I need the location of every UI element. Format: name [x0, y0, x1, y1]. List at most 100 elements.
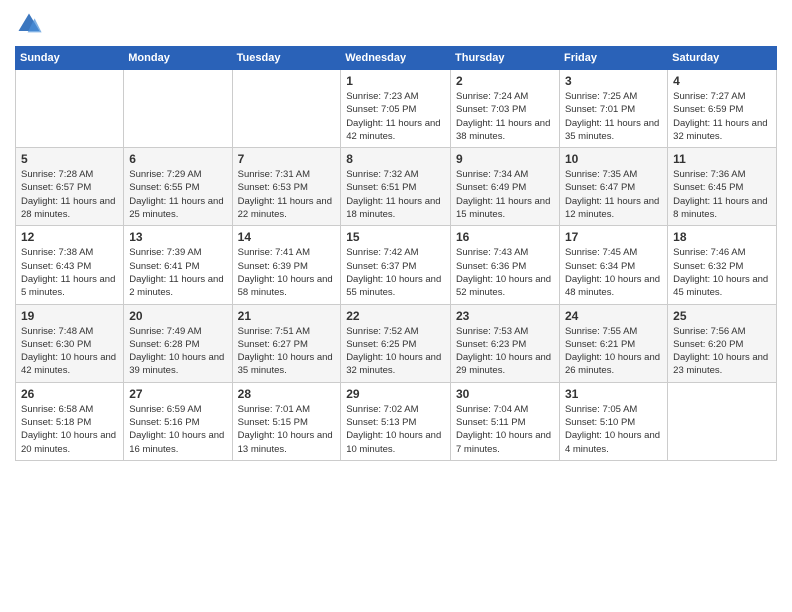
day-info: Sunrise: 7:24 AMSunset: 7:03 PMDaylight:…	[456, 90, 554, 143]
calendar-cell: 1 Sunrise: 7:23 AMSunset: 7:05 PMDaylight…	[341, 70, 451, 148]
calendar-cell: 28 Sunrise: 7:01 AMSunset: 5:15 PMDayligh…	[232, 382, 341, 460]
day-number: 22	[346, 309, 445, 323]
calendar-cell: 11 Sunrise: 7:36 AMSunset: 6:45 PMDayligh…	[668, 148, 777, 226]
day-number: 16	[456, 230, 554, 244]
day-info: Sunrise: 7:49 AMSunset: 6:28 PMDaylight:…	[129, 325, 226, 378]
day-info: Sunrise: 7:23 AMSunset: 7:05 PMDaylight:…	[346, 90, 445, 143]
calendar-cell: 9Sunrise: 7:34 AMSunset: 6:49 PMDaylight…	[451, 148, 560, 226]
day-info: Sunrise: 6:58 AMSunset: 5:18 PMDaylight:…	[21, 403, 118, 456]
day-info: Sunrise: 7:28 AMSunset: 6:57 PMDaylight:…	[21, 168, 118, 221]
calendar-cell: 27Sunrise: 6:59 AMSunset: 5:16 PMDayligh…	[124, 382, 232, 460]
header	[15, 10, 777, 38]
calendar-cell	[124, 70, 232, 148]
day-info: Sunrise: 7:32 AMSunset: 6:51 PMDaylight:…	[346, 168, 445, 221]
calendar-header-row: SundayMondayTuesdayWednesdayThursdayFrid…	[16, 47, 777, 70]
calendar-cell: 4 Sunrise: 7:27 AMSunset: 6:59 PMDaylight…	[668, 70, 777, 148]
day-info: Sunrise: 7:52 AMSunset: 6:25 PMDaylight:…	[346, 325, 445, 378]
calendar-cell: 31Sunrise: 7:05 AMSunset: 5:10 PMDayligh…	[559, 382, 667, 460]
calendar-cell: 12 Sunrise: 7:38 AMSunset: 6:43 PMDayligh…	[16, 226, 124, 304]
day-number: 28	[238, 387, 336, 401]
day-info: Sunrise: 7:55 AMSunset: 6:21 PMDaylight:…	[565, 325, 662, 378]
day-info: Sunrise: 7:04 AMSunset: 5:11 PMDaylight:…	[456, 403, 554, 456]
day-number: 11	[673, 152, 771, 166]
day-number: 5	[21, 152, 118, 166]
page: SundayMondayTuesdayWednesdayThursdayFrid…	[0, 0, 792, 612]
calendar-cell: 24 Sunrise: 7:55 AMSunset: 6:21 PMDayligh…	[559, 304, 667, 382]
day-info: Sunrise: 7:02 AMSunset: 5:13 PMDaylight:…	[346, 403, 445, 456]
calendar-week-row: 12 Sunrise: 7:38 AMSunset: 6:43 PMDayligh…	[16, 226, 777, 304]
day-number: 17	[565, 230, 662, 244]
calendar-cell: 10 Sunrise: 7:35 AMSunset: 6:47 PMDayligh…	[559, 148, 667, 226]
day-info: Sunrise: 7:45 AMSunset: 6:34 PMDaylight:…	[565, 246, 662, 299]
day-info: Sunrise: 7:43 AMSunset: 6:36 PMDaylight:…	[456, 246, 554, 299]
day-info: Sunrise: 7:36 AMSunset: 6:45 PMDaylight:…	[673, 168, 771, 221]
day-number: 27	[129, 387, 226, 401]
day-number: 26	[21, 387, 118, 401]
day-info: Sunrise: 7:25 AMSunset: 7:01 PMDaylight:…	[565, 90, 662, 143]
day-number: 6	[129, 152, 226, 166]
calendar-header-thursday: Thursday	[451, 47, 560, 70]
calendar-cell: 7Sunrise: 7:31 AMSunset: 6:53 PMDaylight…	[232, 148, 341, 226]
day-number: 24	[565, 309, 662, 323]
calendar-cell	[16, 70, 124, 148]
day-number: 19	[21, 309, 118, 323]
day-info: Sunrise: 7:48 AMSunset: 6:30 PMDaylight:…	[21, 325, 118, 378]
calendar-cell: 20 Sunrise: 7:49 AMSunset: 6:28 PMDayligh…	[124, 304, 232, 382]
day-number: 20	[129, 309, 226, 323]
day-number: 3	[565, 74, 662, 88]
calendar-cell: 2 Sunrise: 7:24 AMSunset: 7:03 PMDaylight…	[451, 70, 560, 148]
day-info: Sunrise: 7:46 AMSunset: 6:32 PMDaylight:…	[673, 246, 771, 299]
day-number: 13	[129, 230, 226, 244]
calendar-cell: 22 Sunrise: 7:52 AMSunset: 6:25 PMDayligh…	[341, 304, 451, 382]
calendar-cell: 23Sunrise: 7:53 AMSunset: 6:23 PMDayligh…	[451, 304, 560, 382]
calendar-header-sunday: Sunday	[16, 47, 124, 70]
day-number: 4	[673, 74, 771, 88]
day-number: 29	[346, 387, 445, 401]
calendar-header-tuesday: Tuesday	[232, 47, 341, 70]
day-number: 18	[673, 230, 771, 244]
calendar-week-row: 1 Sunrise: 7:23 AMSunset: 7:05 PMDaylight…	[16, 70, 777, 148]
calendar-cell	[668, 382, 777, 460]
calendar-cell: 3 Sunrise: 7:25 AMSunset: 7:01 PMDaylight…	[559, 70, 667, 148]
calendar-cell: 25Sunrise: 7:56 AMSunset: 6:20 PMDayligh…	[668, 304, 777, 382]
calendar-cell: 21 Sunrise: 7:51 AMSunset: 6:27 PMDayligh…	[232, 304, 341, 382]
day-number: 14	[238, 230, 336, 244]
day-number: 8	[346, 152, 445, 166]
day-number: 23	[456, 309, 554, 323]
calendar-header-monday: Monday	[124, 47, 232, 70]
calendar-cell: 15 Sunrise: 7:42 AMSunset: 6:37 PMDayligh…	[341, 226, 451, 304]
day-number: 15	[346, 230, 445, 244]
day-info: Sunrise: 7:27 AMSunset: 6:59 PMDaylight:…	[673, 90, 771, 143]
calendar-cell: 30 Sunrise: 7:04 AMSunset: 5:11 PMDayligh…	[451, 382, 560, 460]
calendar-cell: 18 Sunrise: 7:46 AMSunset: 6:32 PMDayligh…	[668, 226, 777, 304]
day-info: Sunrise: 7:01 AMSunset: 5:15 PMDaylight:…	[238, 403, 336, 456]
day-info: Sunrise: 7:34 AMSunset: 6:49 PMDaylight:…	[456, 168, 554, 221]
day-number: 2	[456, 74, 554, 88]
day-number: 12	[21, 230, 118, 244]
day-number: 25	[673, 309, 771, 323]
calendar-cell: 13 Sunrise: 7:39 AMSunset: 6:41 PMDayligh…	[124, 226, 232, 304]
logo	[15, 10, 46, 38]
day-info: Sunrise: 7:35 AMSunset: 6:47 PMDaylight:…	[565, 168, 662, 221]
day-number: 1	[346, 74, 445, 88]
day-info: Sunrise: 7:41 AMSunset: 6:39 PMDaylight:…	[238, 246, 336, 299]
calendar-cell: 8 Sunrise: 7:32 AMSunset: 6:51 PMDaylight…	[341, 148, 451, 226]
day-number: 31	[565, 387, 662, 401]
day-info: Sunrise: 7:51 AMSunset: 6:27 PMDaylight:…	[238, 325, 336, 378]
logo-icon	[15, 10, 43, 38]
calendar: SundayMondayTuesdayWednesdayThursdayFrid…	[15, 46, 777, 461]
calendar-cell: 14 Sunrise: 7:41 AMSunset: 6:39 PMDayligh…	[232, 226, 341, 304]
day-number: 30	[456, 387, 554, 401]
day-info: Sunrise: 7:39 AMSunset: 6:41 PMDaylight:…	[129, 246, 226, 299]
calendar-cell: 6Sunrise: 7:29 AMSunset: 6:55 PMDaylight…	[124, 148, 232, 226]
day-info: Sunrise: 7:42 AMSunset: 6:37 PMDaylight:…	[346, 246, 445, 299]
calendar-header-saturday: Saturday	[668, 47, 777, 70]
day-info: Sunrise: 7:38 AMSunset: 6:43 PMDaylight:…	[21, 246, 118, 299]
calendar-week-row: 19 Sunrise: 7:48 AMSunset: 6:30 PMDayligh…	[16, 304, 777, 382]
calendar-week-row: 26 Sunrise: 6:58 AMSunset: 5:18 PMDayligh…	[16, 382, 777, 460]
calendar-cell: 5 Sunrise: 7:28 AMSunset: 6:57 PMDaylight…	[16, 148, 124, 226]
day-number: 7	[238, 152, 336, 166]
calendar-cell: 29 Sunrise: 7:02 AMSunset: 5:13 PMDayligh…	[341, 382, 451, 460]
day-number: 10	[565, 152, 662, 166]
day-number: 21	[238, 309, 336, 323]
